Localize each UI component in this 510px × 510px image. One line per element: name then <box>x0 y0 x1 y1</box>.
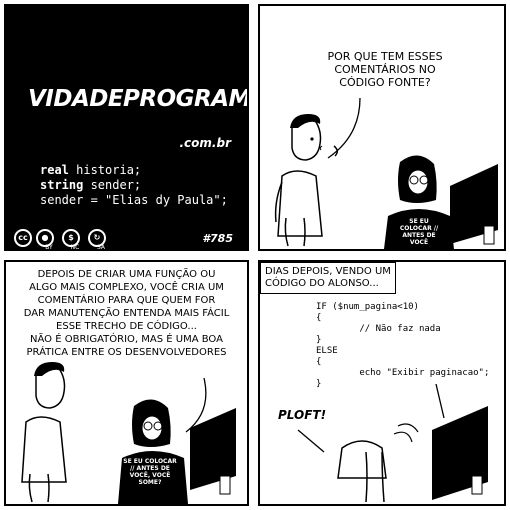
code-line: sender = "Elias dy Paula"; <box>40 193 228 207</box>
intro-code: real historia; string sender; sender = "… <box>40 163 228 208</box>
cc-icon: cc <box>14 228 32 247</box>
creative-commons-badge: cc ● BY $ NC ↻ SA <box>14 224 110 251</box>
code-line: real historia; <box>40 163 142 177</box>
license-label: SA <box>96 244 106 251</box>
site-domain: .com.br <box>179 136 232 150</box>
comic-panel-2: POR QUE TEM ESSES COMENTÁRIOS NO CÓDIGO … <box>258 4 506 251</box>
panel-4-art <box>297 383 488 503</box>
title-panel: VidaDeProgramador .com.br real historia;… <box>4 4 249 251</box>
code-line: string sender; <box>40 178 142 192</box>
license-label: NC <box>70 244 80 251</box>
comic-panel-4: DIAS DEPOIS, VENDO UM CÓDIGO DO ALONSO..… <box>258 260 506 506</box>
t-shirt-text: SE EU COLOCAR // ANTES DE VOCÊ, VOCÊ SOM… <box>123 458 177 486</box>
panel-2-art <box>274 97 498 249</box>
license-label: BY <box>45 244 53 251</box>
t-shirt-text: SE EU COLOCAR // ANTES DE VOCÊ <box>399 218 439 246</box>
site-logo: VidaDeProgramador <box>28 86 249 112</box>
comic-panel-3: DEPOIS DE CRIAR UMA FUNÇÃO OU ALGO MAIS … <box>4 260 249 506</box>
episode-number: #785 <box>202 232 233 245</box>
